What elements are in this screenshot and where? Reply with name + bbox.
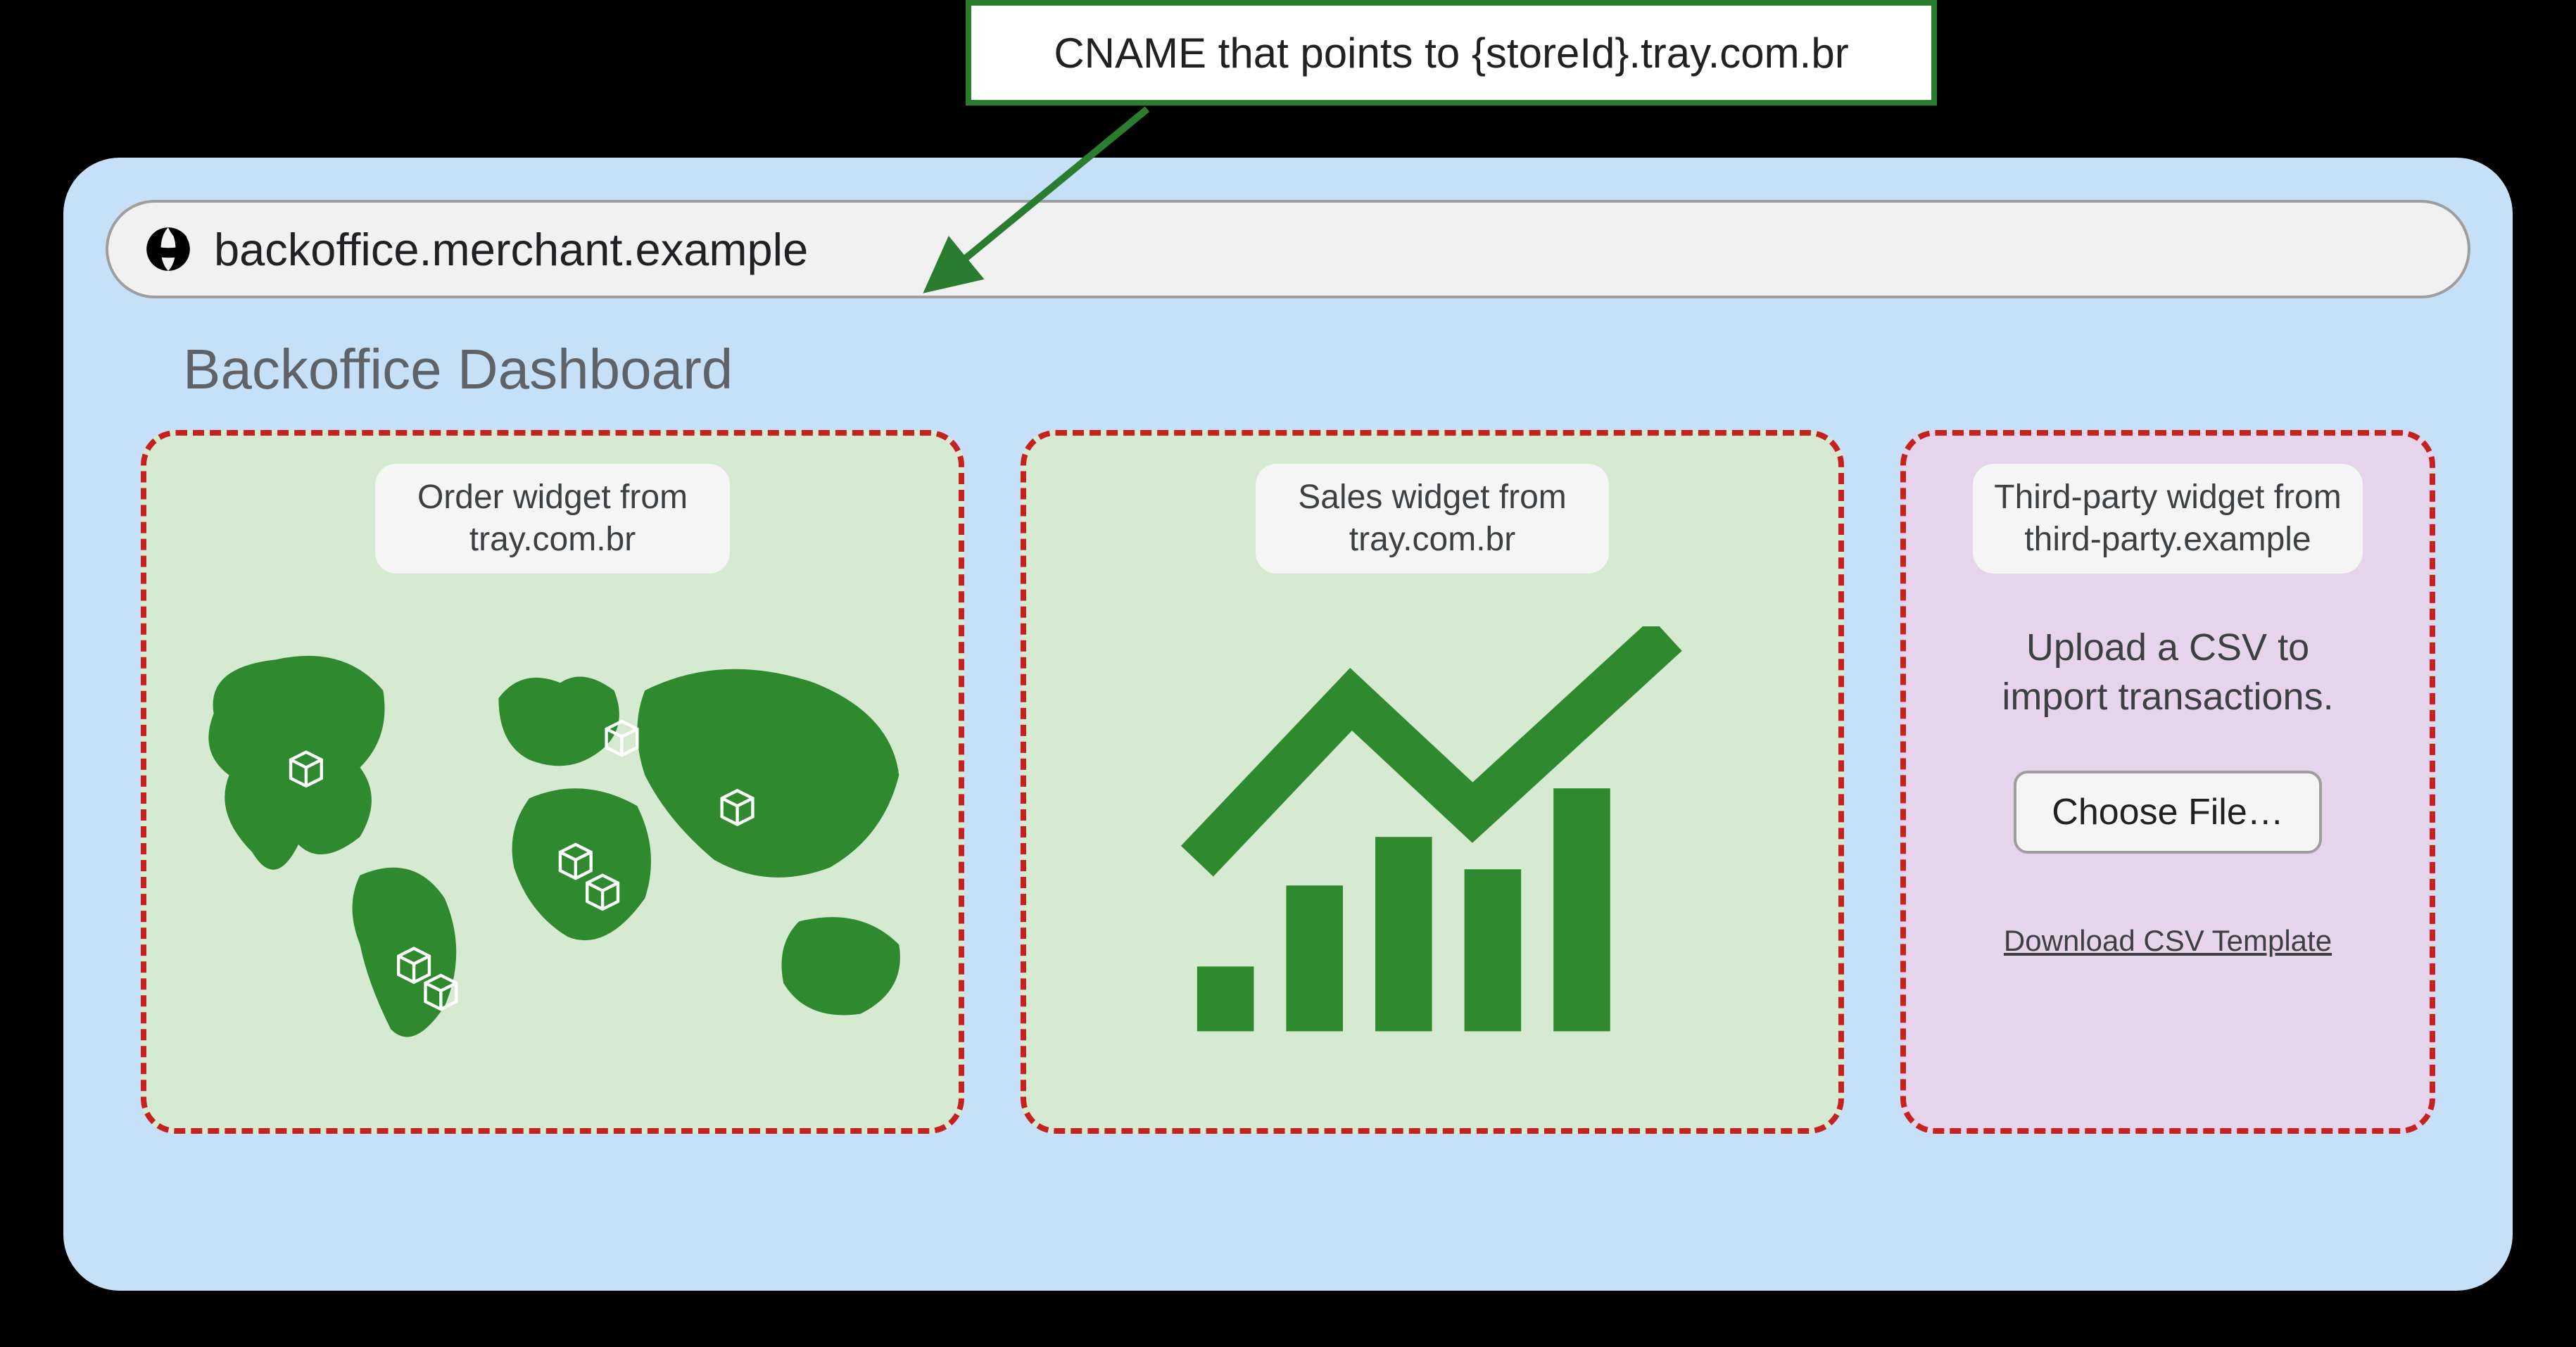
cname-callout: CNAME that points to {storeId}.tray.com.… — [966, 0, 1937, 106]
order-widget: Order widget from tray.com.br — [141, 430, 964, 1134]
sales-widget-label: Sales widget from tray.com.br — [1256, 464, 1609, 574]
globe-icon — [144, 224, 193, 274]
cname-callout-text: CNAME that points to {storeId}.tray.com.… — [1054, 29, 1848, 77]
order-widget-label: Order widget from tray.com.br — [375, 464, 730, 574]
sales-chart-icon — [1124, 626, 1740, 1047]
choose-file-button[interactable]: Choose File… — [2014, 771, 2321, 854]
world-map-icon — [168, 574, 937, 1100]
upload-instructions: Upload a CSV to import transactions. — [2002, 623, 2333, 721]
url-text: backoffice.merchant.example — [214, 223, 808, 276]
widgets-row: Order widget from tray.com.br — [106, 430, 2470, 1134]
url-bar[interactable]: backoffice.merchant.example — [106, 200, 2470, 298]
page-title: Backoffice Dashboard — [183, 337, 2470, 402]
download-csv-link[interactable]: Download CSV Template — [2004, 924, 2332, 958]
browser-window: backoffice.merchant.example Backoffice D… — [56, 151, 2520, 1298]
order-widget-body — [168, 574, 937, 1100]
callout-arrow-icon — [922, 102, 1168, 299]
third-party-widget: Third-party widget from third-party.exam… — [1900, 430, 2435, 1134]
sales-widget-body — [1047, 574, 1817, 1100]
sales-widget: Sales widget from tray.com.br — [1021, 430, 1844, 1134]
third-party-widget-label: Third-party widget from third-party.exam… — [1973, 464, 2362, 574]
